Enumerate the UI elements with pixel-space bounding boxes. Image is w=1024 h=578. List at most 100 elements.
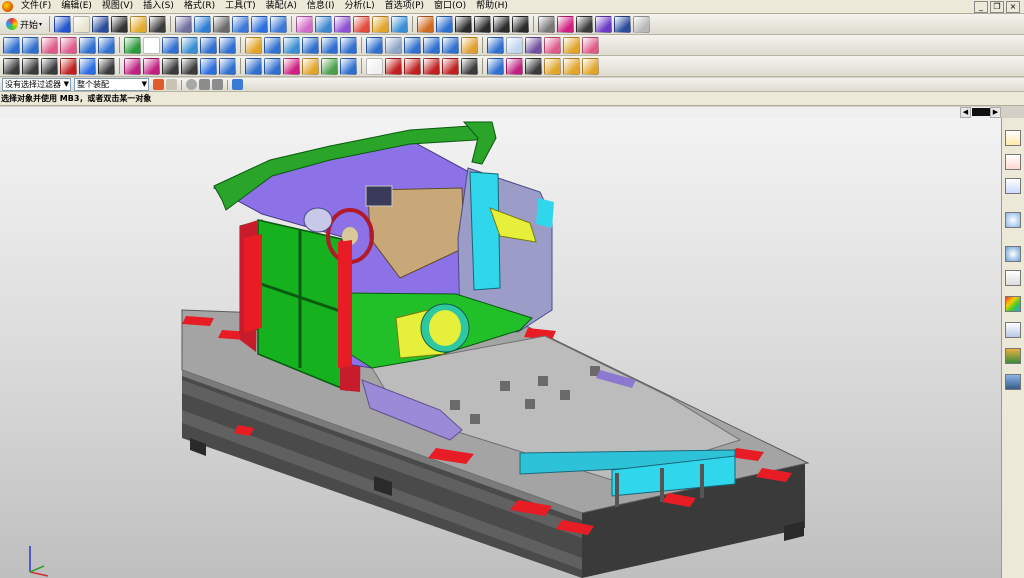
toolbar-tool-icon[interactable] <box>3 57 20 75</box>
system-materials-icon[interactable] <box>1005 270 1021 286</box>
toolbar-tool-icon[interactable] <box>92 15 110 33</box>
toolbar-tool-icon[interactable] <box>321 57 338 75</box>
toolbar-tool-icon[interactable] <box>130 15 148 33</box>
toolbar-tool-icon[interactable] <box>251 15 269 33</box>
toolbar-tool-icon[interactable] <box>525 57 542 75</box>
toolbar-tool-icon[interactable] <box>506 36 523 54</box>
toolbar-tool-icon[interactable] <box>283 57 300 75</box>
toolbar-tool-icon[interactable] <box>474 15 492 33</box>
toolbar-tool-icon[interactable] <box>124 36 141 54</box>
toolbar-tool-icon[interactable] <box>372 15 390 33</box>
toolbar-tool-icon[interactable] <box>436 15 454 33</box>
toolbar-tool-icon[interactable] <box>544 36 561 54</box>
toolbar-tool-icon[interactable] <box>404 57 421 75</box>
toolbar-tool-icon[interactable] <box>162 36 179 54</box>
toolbar-tool-icon[interactable] <box>385 57 402 75</box>
toolbar-tool-icon[interactable] <box>340 36 357 54</box>
toolbar-tool-icon[interactable] <box>582 36 599 54</box>
toolbar-tool-icon[interactable] <box>538 15 556 33</box>
constraint-navigator-icon[interactable] <box>1005 154 1021 170</box>
toolbar-tool-icon[interactable] <box>321 36 338 54</box>
roles-icon[interactable] <box>1005 322 1021 338</box>
toolbar-tool-icon[interactable] <box>283 36 300 54</box>
toolbar-tool-icon[interactable] <box>461 36 478 54</box>
toolbar-tool-icon[interactable] <box>41 36 58 54</box>
toolbar-tool-icon[interactable] <box>162 57 179 75</box>
web-browser-icon[interactable] <box>1005 212 1021 228</box>
toolbar-tool-icon[interactable] <box>353 15 371 33</box>
history-icon[interactable] <box>1005 246 1021 262</box>
toolbar-tool-icon[interactable] <box>181 57 198 75</box>
menu-info[interactable]: 信息(I) <box>302 0 340 13</box>
toolbar-tool-icon[interactable] <box>54 15 72 33</box>
toolbar-tool-icon[interactable] <box>315 15 333 33</box>
toolbar-tool-icon[interactable] <box>366 57 383 75</box>
toolbar-tool-icon[interactable] <box>73 15 91 33</box>
toolbar-tool-icon[interactable] <box>213 15 231 33</box>
toolbar-tool-icon[interactable] <box>614 15 632 33</box>
toolbar-tool-icon[interactable] <box>98 57 115 75</box>
toolbar-tool-icon[interactable] <box>60 57 77 75</box>
app-logo-icon[interactable] <box>2 1 13 12</box>
toolbar-tool-icon[interactable] <box>340 57 357 75</box>
toolbar-tool-icon[interactable] <box>442 36 459 54</box>
menu-format[interactable]: 格式(R) <box>179 0 220 13</box>
toolbar-tool-icon[interactable] <box>423 36 440 54</box>
toolbar-tool-icon[interactable] <box>245 36 262 54</box>
toolbar-tool-icon[interactable] <box>302 57 319 75</box>
part-navigator-icon[interactable] <box>1005 178 1021 194</box>
toolbar-tool-icon[interactable] <box>60 36 77 54</box>
toolbar-tool-icon[interactable] <box>557 15 575 33</box>
toolbar-tool-icon[interactable] <box>404 36 421 54</box>
menu-analysis[interactable]: 分析(L) <box>340 0 380 13</box>
toolbar-tool-icon[interactable] <box>219 57 236 75</box>
toolbar-tool-icon[interactable] <box>143 57 160 75</box>
toolbar-tool-icon[interactable] <box>512 15 530 33</box>
toolbar-tool-icon[interactable] <box>576 15 594 33</box>
toolbar-tool-icon[interactable] <box>181 36 198 54</box>
undo-view-icon[interactable] <box>212 79 223 90</box>
menu-view[interactable]: 视图(V) <box>97 0 138 13</box>
toolbar-tool-icon[interactable] <box>41 57 58 75</box>
toolbar-tool-icon[interactable] <box>423 57 440 75</box>
snap-options-icon[interactable] <box>166 79 177 90</box>
toolbar-tool-icon[interactable] <box>149 15 167 33</box>
toolbar-tool-icon[interactable] <box>79 36 96 54</box>
toolbar-tool-icon[interactable] <box>22 36 39 54</box>
system-scenes-icon[interactable] <box>1005 348 1021 364</box>
toolbar-tool-icon[interactable] <box>111 15 129 33</box>
toolbar-tool-icon[interactable] <box>461 57 478 75</box>
toolbar-tool-icon[interactable] <box>200 57 217 75</box>
menu-file[interactable]: 文件(F) <box>16 0 56 13</box>
menu-help[interactable]: 帮助(H) <box>471 0 513 13</box>
toolbar-tool-icon[interactable] <box>219 36 236 54</box>
snap-point-icon[interactable] <box>153 79 164 90</box>
toolbar-tool-icon[interactable] <box>417 15 435 33</box>
start-button[interactable]: 开始 ▾ <box>2 16 46 32</box>
menu-preferences[interactable]: 首选项(P) <box>380 0 429 13</box>
toolbar-tool-icon[interactable] <box>264 36 281 54</box>
toolbar-tool-icon[interactable] <box>563 57 580 75</box>
menu-assembly[interactable]: 装配(A) <box>261 0 302 13</box>
toolbar-tool-icon[interactable] <box>487 36 504 54</box>
toolbar-tool-icon[interactable] <box>194 15 212 33</box>
scroll-left-icon[interactable]: ◀ <box>960 107 971 118</box>
fixture-model[interactable] <box>0 118 1001 578</box>
close-icon[interactable]: × <box>1006 1 1020 13</box>
toolbar-tool-icon[interactable] <box>595 15 613 33</box>
toolbar-tool-icon[interactable] <box>232 15 250 33</box>
toolbar-tool-icon[interactable] <box>366 36 383 54</box>
toolbar-tool-icon[interactable] <box>385 36 402 54</box>
toolbar-tool-icon[interactable] <box>455 15 473 33</box>
scroll-right-icon[interactable]: ▶ <box>990 107 1001 118</box>
menu-tools[interactable]: 工具(T) <box>220 0 261 13</box>
menu-insert[interactable]: 插入(S) <box>138 0 179 13</box>
toolbar-tool-icon[interactable] <box>544 57 561 75</box>
toolbar-tool-icon[interactable] <box>296 15 314 33</box>
restore-icon[interactable]: ❐ <box>990 1 1004 13</box>
toolbar-tool-icon[interactable] <box>79 57 96 75</box>
toolbar-tool-icon[interactable] <box>270 15 288 33</box>
toolbar-tool-icon[interactable] <box>563 36 580 54</box>
assembly-navigator-icon[interactable] <box>1005 130 1021 146</box>
toolbar-tool-icon[interactable] <box>487 57 504 75</box>
